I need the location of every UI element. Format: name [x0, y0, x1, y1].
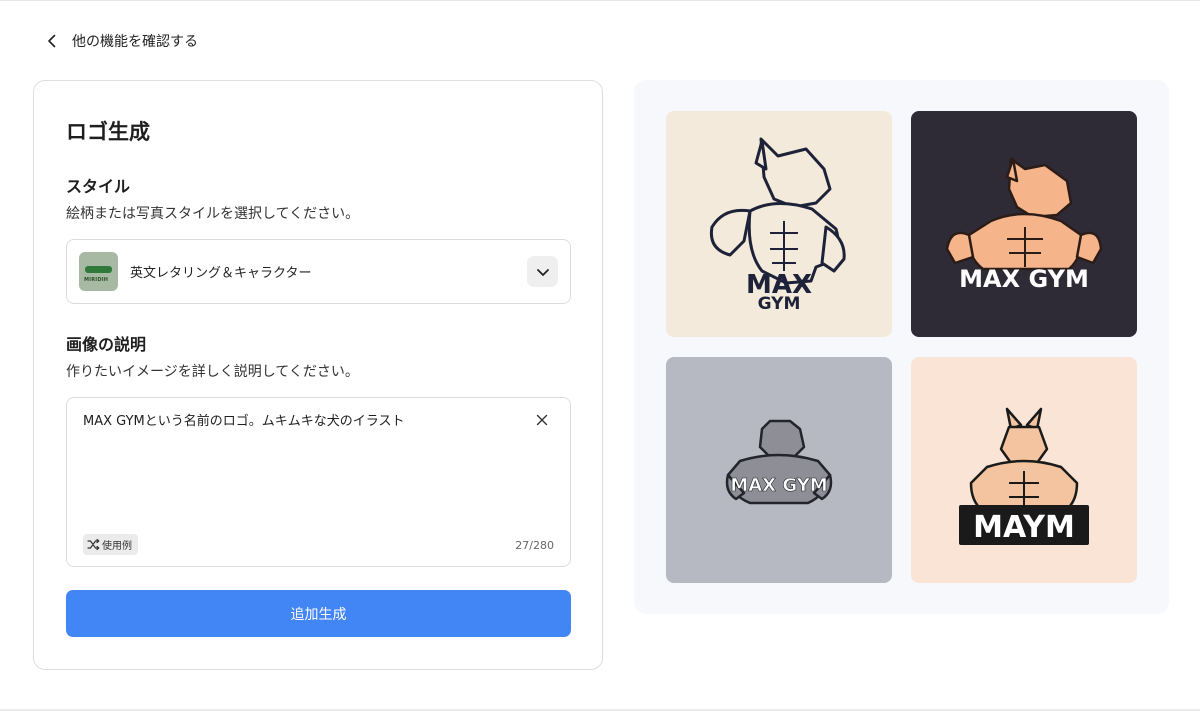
example-button[interactable]: 使用例	[83, 534, 138, 555]
style-section-description: 絵柄または写真スタイルを選択してください。	[66, 206, 360, 222]
chevron-down-icon	[536, 268, 549, 276]
result-tile-4[interactable]: MAYM	[911, 357, 1137, 583]
description-section-title: 画像の説明	[66, 335, 147, 354]
logo-generation-panel: ロゴ生成 スタイル 絵柄または写真スタイルを選択してください。 MIRIDIH …	[33, 80, 603, 670]
result-gallery: MAX GYM MAX GYM MAX GYM MAYM	[634, 80, 1169, 614]
description-section-description: 作りたいイメージを詳しく説明してください。	[66, 364, 359, 380]
tile-1-text-line2: GYM	[758, 294, 801, 314]
close-icon	[536, 414, 548, 426]
style-thumbnail: MIRIDIH	[79, 252, 118, 291]
top-divider	[0, 0, 1200, 1]
tile-2-text: MAX GYM	[959, 265, 1089, 293]
back-link-label: 他の機能を確認する	[72, 34, 198, 50]
bulldog-logo-image: MAYM	[911, 357, 1137, 583]
description-textarea[interactable]: MAX GYMという名前のロゴ。ムキムキな犬のイラスト 使用例 27/280	[66, 397, 571, 567]
bulldog-logo-image: MAX GYM	[666, 111, 892, 337]
result-tile-2[interactable]: MAX GYM	[911, 111, 1137, 337]
tile-4-text: MAYM	[973, 510, 1075, 545]
bulldog-logo-image: MAX GYM	[666, 357, 892, 583]
style-section-title: スタイル	[66, 177, 131, 196]
style-select[interactable]: MIRIDIH 英文レタリング＆キャラクター	[66, 239, 571, 304]
result-tile-3[interactable]: MAX GYM	[666, 357, 892, 583]
tile-3-text: MAX GYM	[730, 475, 827, 496]
bulldog-logo-image: MAX GYM	[911, 111, 1137, 337]
clear-button[interactable]	[532, 410, 552, 430]
character-counter: 27/280	[515, 539, 554, 552]
example-button-label: 使用例	[102, 541, 132, 552]
generate-button[interactable]: 追加生成	[66, 590, 571, 637]
result-tile-1[interactable]: MAX GYM	[666, 111, 892, 337]
back-link[interactable]: 他の機能を確認する	[44, 29, 198, 53]
shuffle-icon	[87, 538, 100, 551]
style-dropdown-button[interactable]	[527, 256, 558, 287]
style-select-value: 英文レタリング＆キャラクター	[130, 266, 312, 281]
description-input-value[interactable]: MAX GYMという名前のロゴ。ムキムキな犬のイラスト	[83, 410, 404, 429]
chevron-left-icon	[48, 34, 56, 48]
page-title: ロゴ生成	[66, 120, 150, 144]
